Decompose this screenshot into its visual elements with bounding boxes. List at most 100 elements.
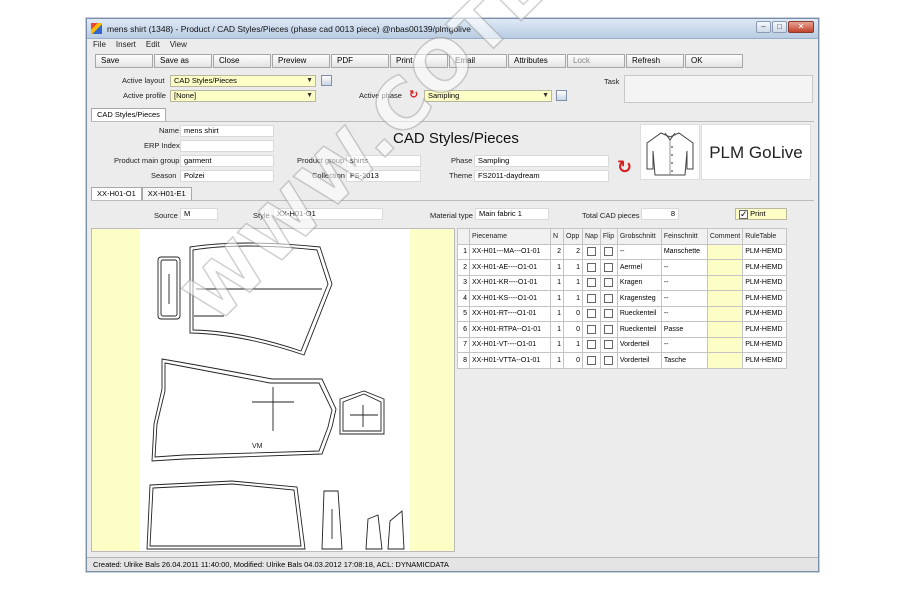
table-cell[interactable] (706, 259, 744, 276)
pdf-button[interactable]: PDF (331, 54, 389, 68)
col-comment[interactable]: Comment (706, 228, 744, 245)
product-group-field[interactable]: shirts (346, 155, 421, 167)
menu-insert[interactable]: Insert (116, 40, 136, 52)
active-profile-select[interactable]: [None] ▼ (170, 90, 316, 102)
checkbox[interactable] (586, 355, 596, 365)
nap-checkbox[interactable] (582, 259, 601, 276)
col-feinschnitt[interactable]: Feinschnitt (660, 228, 708, 245)
table-cell[interactable]: 0 (563, 305, 583, 322)
checkbox[interactable] (604, 340, 614, 350)
phase-refresh-icon[interactable]: ↻ (409, 90, 418, 101)
table-cell[interactable]: Rueckenteil (616, 305, 662, 322)
table-cell[interactable]: 2 (457, 259, 470, 276)
collection-field[interactable]: FS-2013 (346, 170, 421, 182)
flip-checkbox[interactable] (599, 259, 618, 276)
table-cell[interactable]: 8 (457, 352, 470, 369)
flip-checkbox[interactable] (599, 290, 618, 307)
table-cell[interactable]: Aermel (616, 259, 662, 276)
flip-checkbox[interactable] (599, 321, 618, 338)
checkbox[interactable] (586, 340, 596, 350)
checkbox[interactable] (604, 262, 614, 272)
table-cell[interactable]: 1 (563, 290, 583, 307)
header-refresh-icon[interactable]: ↻ (617, 158, 632, 176)
menu-file[interactable]: File (93, 40, 106, 52)
table-cell[interactable]: 1 (563, 259, 583, 276)
table-cell[interactable]: XX-H01-RTPA--O1-01 (469, 321, 551, 338)
table-cell[interactable]: PLM-HEMD (742, 259, 788, 276)
nap-checkbox[interactable] (582, 336, 601, 353)
nap-checkbox[interactable] (582, 274, 601, 291)
table-cell[interactable] (706, 305, 744, 322)
active-layout-select[interactable]: CAD Styles/Pieces ▼ (170, 75, 316, 87)
table-cell[interactable]: 5 (457, 305, 470, 322)
table-cell[interactable] (706, 274, 744, 291)
checkbox[interactable] (586, 247, 596, 257)
tab-cad-styles-pieces[interactable]: CAD Styles/Pieces (91, 108, 166, 121)
table-cell[interactable]: Tasche (660, 352, 708, 369)
menu-edit[interactable]: Edit (146, 40, 160, 52)
refresh-button[interactable]: Refresh (626, 54, 684, 68)
col-ruletable[interactable]: RuleTable (742, 228, 788, 245)
table-cell[interactable]: XX-H01-VT----O1-01 (469, 336, 551, 353)
table-cell[interactable]: -- (660, 274, 708, 291)
table-cell[interactable]: PLM-HEMD (742, 290, 788, 307)
product-main-group-field[interactable]: garment (180, 155, 274, 167)
task-field[interactable] (624, 75, 813, 103)
name-field[interactable]: mens shirt (180, 125, 274, 137)
active-phase-select[interactable]: Sampling ▼ (424, 90, 552, 102)
col-piecename[interactable]: Piecename (469, 228, 551, 245)
table-row[interactable]: 5 XX-H01-RT----O1-01 1 0 Rueckenteil -- PLM-HE… (457, 305, 788, 322)
checkbox[interactable] (586, 278, 596, 288)
flip-checkbox[interactable] (599, 336, 618, 353)
nap-checkbox[interactable] (582, 243, 601, 260)
table-cell[interactable]: XX-H01---MA---O1-01 (469, 243, 551, 260)
tab-xx-h01-o1[interactable]: XX-H01-O1 (91, 187, 142, 200)
col-nap[interactable]: Nap (582, 228, 601, 245)
lock-button[interactable]: Lock (567, 54, 625, 68)
tab-xx-h01-e1[interactable]: XX-H01-E1 (141, 187, 192, 200)
layout-edit-icon[interactable] (321, 75, 332, 86)
minimize-button[interactable]: – (756, 21, 771, 33)
theme-field[interactable]: FS2011-daydream (474, 170, 609, 182)
checkbox[interactable] (604, 309, 614, 319)
save-as-button[interactable]: Save as (154, 54, 212, 68)
flip-checkbox[interactable] (599, 243, 618, 260)
style-field[interactable]: XX-H01-O1 (273, 208, 383, 220)
table-cell[interactable]: 1 (550, 305, 564, 322)
table-row[interactable]: 4 XX-H01-KS----O1-01 1 1 Kragensteg -- PLM-HEM… (457, 290, 788, 307)
table-row[interactable]: 1 XX-H01---MA---O1-01 2 2 -- Manschette PLM-HE… (457, 243, 788, 260)
table-cell[interactable]: -- (660, 259, 708, 276)
checkbox[interactable] (586, 309, 596, 319)
table-cell[interactable]: 1 (550, 290, 564, 307)
table-cell[interactable]: 1 (563, 336, 583, 353)
print-button[interactable]: Print (390, 54, 448, 68)
table-cell[interactable] (706, 321, 744, 338)
save-button[interactable]: Save (95, 54, 153, 68)
table-cell[interactable]: 2 (563, 243, 583, 260)
table-cell[interactable]: Manschette (660, 243, 708, 260)
table-cell[interactable]: 6 (457, 321, 470, 338)
checkbox[interactable] (604, 293, 614, 303)
table-cell[interactable]: 1 (550, 259, 564, 276)
table-cell[interactable]: XX-H01-KR----O1-01 (469, 274, 551, 291)
table-cell[interactable]: 1 (457, 243, 470, 260)
table-cell[interactable]: 4 (457, 290, 470, 307)
table-cell[interactable]: XX-H01-KS----O1-01 (469, 290, 551, 307)
table-cell[interactable]: PLM-HEMD (742, 274, 788, 291)
checkbox[interactable] (604, 247, 614, 257)
table-row[interactable]: 2 XX-H01-AE----O1-01 1 1 Aermel -- PLM-HEMD (457, 259, 788, 276)
table-cell[interactable]: PLM-HEMD (742, 321, 788, 338)
maximize-button[interactable]: □ (772, 21, 787, 33)
col-flip[interactable]: Flip (599, 228, 618, 245)
table-cell[interactable]: -- (616, 243, 662, 260)
table-cell[interactable]: 1 (550, 336, 564, 353)
nap-checkbox[interactable] (582, 321, 601, 338)
table-cell[interactable]: Kragensteg (616, 290, 662, 307)
attributes-button[interactable]: Attributes (508, 54, 566, 68)
table-cell[interactable]: Passe (660, 321, 708, 338)
table-cell[interactable]: 1 (550, 321, 564, 338)
table-cell[interactable]: PLM-HEMD (742, 336, 788, 353)
phase-field[interactable]: Sampling (474, 155, 609, 167)
table-cell[interactable]: XX-H01-AE----O1-01 (469, 259, 551, 276)
table-cell[interactable]: Rueckenteil (616, 321, 662, 338)
